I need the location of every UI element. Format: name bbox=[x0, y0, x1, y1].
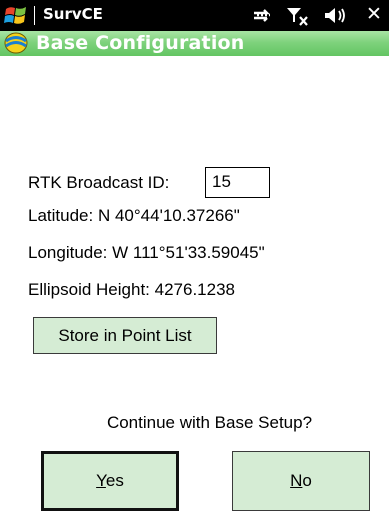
base-configuration-icon bbox=[4, 32, 28, 54]
ellipsoid-row: Ellipsoid Height: 4276.1238 bbox=[28, 280, 235, 300]
no-button[interactable]: No bbox=[232, 451, 370, 511]
longitude-value: W 111°51'33.59045" bbox=[112, 243, 265, 262]
ellipsoid-label: Ellipsoid Height: bbox=[28, 280, 150, 299]
longitude-label: Longitude: bbox=[28, 243, 108, 262]
yes-button[interactable]: Yes bbox=[41, 451, 179, 511]
close-icon[interactable]: ✕ bbox=[366, 3, 382, 26]
status-separator bbox=[34, 6, 35, 25]
latitude-label: Latitude: bbox=[28, 206, 94, 225]
volume-icon[interactable] bbox=[322, 4, 348, 27]
no-button-label: No bbox=[290, 471, 312, 490]
broadcast-id-label: RTK Broadcast ID: bbox=[28, 173, 170, 192]
continue-prompt: Continue with Base Setup? bbox=[106, 413, 313, 432]
store-button-label: Store in Point List bbox=[58, 325, 192, 345]
latitude-value: N 40°44'10.37266" bbox=[97, 206, 240, 225]
app-name: SurvCE bbox=[43, 5, 103, 23]
status-bar: SurvCE ✕ bbox=[0, 0, 389, 31]
longitude-row: Longitude: W 111°51'33.59045" bbox=[28, 243, 265, 263]
broadcast-id-field[interactable]: 15 bbox=[205, 167, 270, 198]
yes-button-label: Yes bbox=[96, 471, 124, 490]
store-in-point-list-button[interactable]: Store in Point List bbox=[33, 317, 217, 354]
ellipsoid-value: 4276.1238 bbox=[154, 280, 236, 299]
connectivity-icon[interactable] bbox=[251, 4, 273, 27]
latitude-row: Latitude: N 40°44'10.37266" bbox=[28, 206, 240, 226]
windows-start-icon[interactable] bbox=[4, 4, 30, 27]
filter-icon[interactable] bbox=[285, 4, 311, 27]
page-title: Base Configuration bbox=[36, 32, 245, 54]
title-bar: Base Configuration bbox=[0, 31, 389, 56]
